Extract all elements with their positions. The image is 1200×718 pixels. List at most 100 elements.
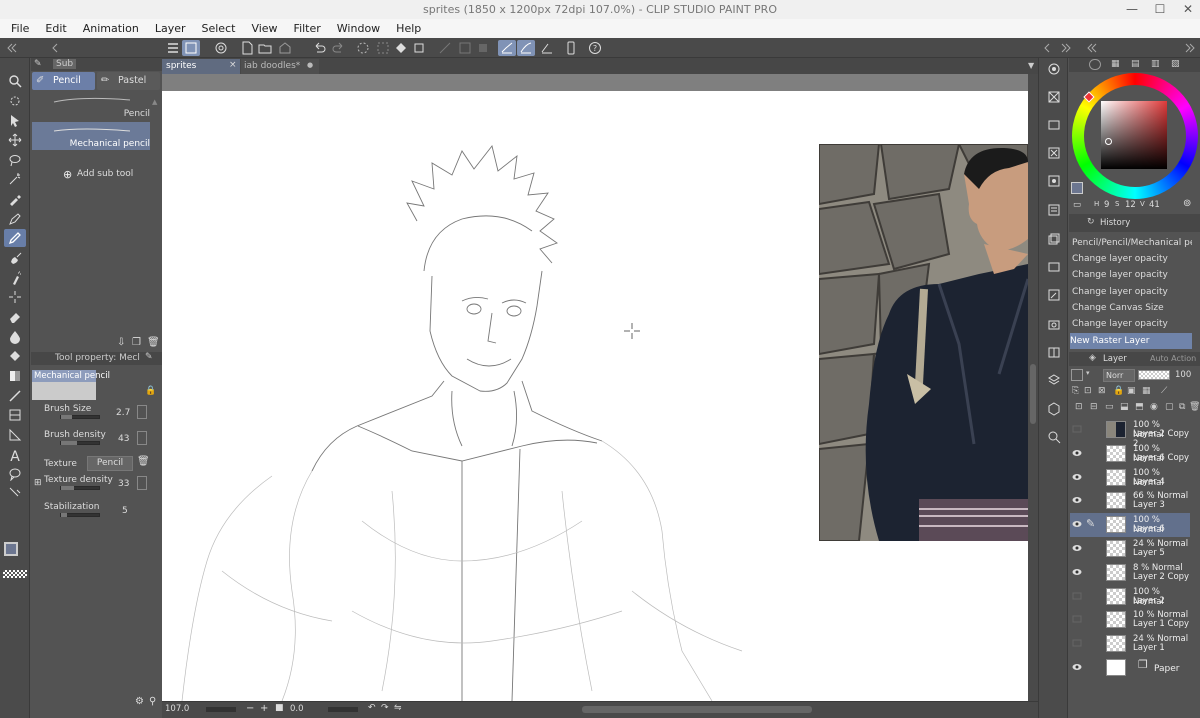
brush-size-slider[interactable] [60,415,100,419]
trash-icon[interactable]: 🗑 [1189,402,1200,412]
eye-hidden-icon[interactable] [1072,615,1082,623]
layer-row[interactable]: 100 % Normal Layer 2 [1070,585,1190,609]
selection-icon[interactable] [374,40,392,56]
clip-studio-icon[interactable] [212,40,230,56]
clip-icon[interactable]: ⎘ [1072,386,1079,396]
layers-stack-icon[interactable] [1043,371,1065,389]
pencil-icon[interactable] [4,229,26,247]
copy-icon[interactable] [1043,230,1065,248]
redo-icon[interactable] [330,40,348,56]
rotate-right-icon[interactable]: ↷ [381,703,389,713]
trash-icon[interactable]: 🗑 [147,337,160,348]
airbrush-icon[interactable] [4,269,26,287]
menu-layer[interactable]: Layer [147,19,194,38]
current-color-swatch[interactable] [1071,182,1083,194]
close-button[interactable]: ✕ [1174,0,1200,19]
color-picker-cursor[interactable] [1105,138,1112,145]
duplicate-icon[interactable]: ❐ [132,337,141,348]
snap-special-ruler-icon[interactable] [517,40,535,56]
new-file-icon[interactable] [238,40,256,56]
correct-line-icon[interactable] [4,484,26,502]
texture-select[interactable]: Pencil [87,456,133,471]
layer-row[interactable]: 10 % Normal Layer 1 Copy [1070,608,1190,632]
group-pencil-tab[interactable]: ✐ Pencil [32,72,95,90]
eye-icon[interactable] [1072,663,1082,671]
chevron-down-icon[interactable]: ▾ [1086,369,1094,381]
blend-mode-select[interactable]: Norr [1103,369,1135,382]
main-color-swatch[interactable] [4,542,18,556]
brush-density-pressure-icon[interactable] [137,431,147,445]
zoom-value[interactable]: 107.0 [165,704,189,714]
auto-action-tab[interactable]: Auto Action [1150,354,1196,363]
eye-icon[interactable] [1072,520,1082,528]
tab-close-icon[interactable]: × [229,60,237,70]
transparent-swatch-icon[interactable]: ▭ [1073,200,1081,210]
chevron-left-icon[interactable] [1038,40,1056,56]
trash-icon[interactable]: 🗑 [137,456,150,467]
menu-select[interactable]: Select [194,19,244,38]
group-pastel-tab[interactable]: ✏ Pastel [97,72,160,90]
menu-icon[interactable] [164,40,182,56]
frame-border-icon[interactable] [4,406,26,424]
settings-icon[interactable]: ⚙ [135,696,144,707]
frame-icon[interactable] [474,40,492,56]
hue-value[interactable]: 9 [1104,200,1109,210]
tab-modified-icon[interactable]: ● [307,61,313,69]
navigator-icon[interactable] [1043,60,1065,78]
intermediate-color-tab-icon[interactable]: ▤ [1131,59,1140,69]
stabilization-slider[interactable] [60,513,100,517]
scroll-up-icon[interactable]: ▲ [152,98,158,106]
eye-hidden-icon[interactable] [1072,425,1082,433]
collapse-left-icon[interactable] [2,40,20,56]
layer-row[interactable]: 100 % Normal Layer 4 [1070,466,1190,490]
maximize-button[interactable]: ☐ [1146,0,1174,19]
rotate-left-icon[interactable]: ↶ [368,703,376,713]
fill-icon[interactable] [4,347,26,365]
3d-icon[interactable] [1043,400,1065,418]
minimize-button[interactable]: — [1118,0,1146,19]
snap-grid-icon[interactable] [538,40,556,56]
subtool-item-pencil[interactable]: Pencil [32,92,150,121]
menu-window[interactable]: Window [329,19,388,38]
book-icon[interactable] [1043,343,1065,361]
eye-hidden-icon[interactable] [1072,639,1082,647]
tab-iab-doodles[interactable]: iab doodles* ● [241,59,319,74]
history-item[interactable]: Change layer opacity [1072,284,1192,300]
copy-layer-icon[interactable]: ⧉ [1179,402,1185,412]
layer-row[interactable]: 100 % Normal Layer 6 Copy [1070,442,1190,466]
transform-icon[interactable] [410,40,428,56]
color-mode-icon[interactable]: ⊚ [1183,198,1191,209]
color-set-tab-icon[interactable]: ▦ [1111,59,1120,69]
phone-icon[interactable] [562,40,580,56]
help-icon[interactable]: ? [586,40,604,56]
horizontal-scrollbar[interactable] [582,706,812,713]
fill-bucket-icon[interactable] [392,40,410,56]
import-icon[interactable]: ⇩ [117,337,125,348]
merge-icon[interactable]: ⬒ [1135,402,1144,412]
layer-property-icon[interactable] [1043,88,1065,106]
figure-icon[interactable] [4,387,26,405]
reference-icon[interactable]: ⊡ [1084,386,1092,396]
layer-row[interactable]: 66 % Normal Layer 3 [1070,489,1190,513]
history-item-selected[interactable]: New Raster Layer [1070,333,1192,349]
menu-help[interactable]: Help [388,19,429,38]
texture-density-value[interactable]: 33 [118,479,129,489]
approx-color-tab-icon[interactable]: ▥ [1151,59,1160,69]
eye-icon[interactable] [1072,473,1082,481]
eraser-icon[interactable] [4,308,26,326]
mask-icon[interactable]: ▦ [1142,386,1151,396]
saturation-value[interactable]: 12 [1125,200,1136,210]
close-layer-icon[interactable] [1043,144,1065,162]
sub-tool-tab[interactable]: Sub [53,59,77,69]
history-item[interactable]: Change layer opacity [1072,267,1192,283]
sub-view-icon[interactable] [1043,116,1065,134]
menu-file[interactable]: File [0,19,37,38]
history-color-tab-icon[interactable]: ▧ [1171,59,1180,69]
color-wheel-tab-icon[interactable] [1089,59,1101,70]
lock-icon[interactable]: 🔒 [1113,386,1124,396]
material-icon[interactable] [1043,172,1065,190]
search-icon[interactable]: ⚲ [149,696,156,707]
history-item[interactable]: Change Canvas Size [1072,300,1192,316]
object-select-icon[interactable] [4,92,26,110]
subtool-item-mechanical-pencil[interactable]: Mechanical pencil [32,122,150,150]
